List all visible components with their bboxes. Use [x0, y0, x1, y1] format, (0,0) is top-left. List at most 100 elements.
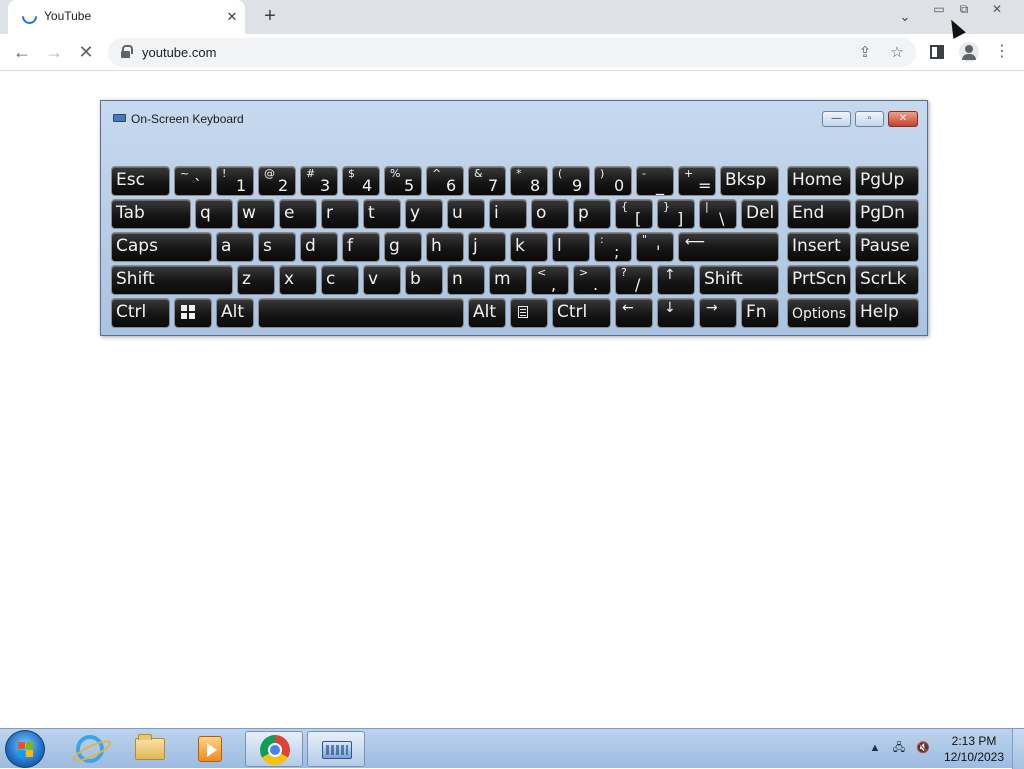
key-windows[interactable]	[174, 298, 212, 328]
key-n[interactable]: n	[447, 265, 485, 295]
key-underscore[interactable]: - _	[636, 166, 674, 196]
key-r[interactable]: r	[321, 199, 359, 229]
osk-maximize-button[interactable]: ▫	[855, 111, 884, 127]
key-j[interactable]: j	[468, 232, 506, 262]
tab-youtube[interactable]: YouTube ✕	[8, 0, 245, 34]
key-i[interactable]: i	[489, 199, 527, 229]
key-prtscn[interactable]: PrtScn	[787, 265, 851, 295]
taskbar-on-screen-keyboard[interactable]	[307, 731, 365, 767]
key-tab[interactable]: Tab	[111, 199, 191, 229]
key-left-arrow[interactable]: ←	[615, 298, 653, 328]
back-arrow-icon[interactable]: ←	[11, 41, 33, 63]
address-bar[interactable]: youtube.com ⇪ ☆	[108, 38, 916, 67]
forward-arrow-icon[interactable]: →	[43, 41, 65, 63]
taskbar-chrome[interactable]	[245, 731, 303, 767]
osk-close-button[interactable]: ✕	[888, 111, 918, 127]
key-period[interactable]: >.	[573, 265, 611, 295]
key-g[interactable]: g	[384, 232, 422, 262]
key-backtick[interactable]: ~ `	[174, 166, 212, 196]
key-t[interactable]: t	[363, 199, 401, 229]
browser-menu-icon[interactable]: ⋮	[992, 42, 1012, 62]
key-z[interactable]: z	[237, 265, 275, 295]
key-a[interactable]: a	[216, 232, 254, 262]
stop-loading-icon[interactable]: ✕	[75, 41, 97, 63]
key-end[interactable]: End	[787, 199, 851, 229]
key-1[interactable]: ! 1	[216, 166, 254, 196]
tab-search-chevron-icon[interactable]: ⌄	[896, 8, 914, 26]
osk-minimize-button[interactable]: —	[822, 111, 851, 127]
key-f[interactable]: f	[342, 232, 380, 262]
key-e[interactable]: e	[279, 199, 317, 229]
key-space[interactable]	[258, 298, 464, 328]
key-help[interactable]: Help	[855, 298, 919, 328]
key-rbracket[interactable]: }]	[657, 199, 695, 229]
key-l[interactable]: l	[552, 232, 590, 262]
window-restore-button[interactable]: ⧉	[953, 0, 975, 18]
key-d[interactable]: d	[300, 232, 338, 262]
key-6[interactable]: ^ 6	[426, 166, 464, 196]
volume-muted-icon[interactable]: 🔇	[914, 739, 932, 757]
key-v[interactable]: v	[363, 265, 401, 295]
address-bar-url[interactable]: youtube.com	[142, 45, 216, 60]
key-down-arrow[interactable]: ↓	[657, 298, 695, 328]
key-lbracket[interactable]: {[	[615, 199, 653, 229]
key-equals[interactable]: + =	[678, 166, 716, 196]
window-minimize-button[interactable]: ▭	[928, 0, 950, 18]
key-p[interactable]: p	[573, 199, 611, 229]
key-enter[interactable]: ⟵	[678, 232, 779, 262]
key-9[interactable]: (9	[552, 166, 590, 196]
network-icon[interactable]: 🖧	[890, 739, 908, 757]
key-y[interactable]: y	[405, 199, 443, 229]
key-pause[interactable]: Pause	[855, 232, 919, 262]
show-desktop-button[interactable]	[1012, 729, 1024, 769]
key-quote[interactable]: " '	[636, 232, 674, 262]
key-pgup[interactable]: PgUp	[855, 166, 919, 196]
key-menu[interactable]	[510, 298, 548, 328]
key-c[interactable]: c	[321, 265, 359, 295]
taskbar-file-explorer[interactable]	[121, 731, 179, 767]
taskbar-clock[interactable]: 2:13 PM 12/10/2023	[940, 733, 1008, 765]
key-scrlk[interactable]: ScrLk	[855, 265, 919, 295]
taskbar-internet-explorer[interactable]	[61, 731, 119, 767]
key-o[interactable]: o	[531, 199, 569, 229]
tray-expand-icon[interactable]: ▲	[866, 739, 884, 757]
key-ctrl[interactable]: Ctrl	[111, 298, 170, 328]
key-semicolon[interactable]: :;	[594, 232, 632, 262]
key-u[interactable]: u	[447, 199, 485, 229]
taskbar-media-player[interactable]	[181, 731, 239, 767]
key-caps[interactable]: Caps	[111, 232, 212, 262]
key-h[interactable]: h	[426, 232, 464, 262]
profile-avatar-icon[interactable]	[959, 42, 979, 62]
key-8[interactable]: * 8	[510, 166, 548, 196]
key-0[interactable]: ) 0	[594, 166, 632, 196]
key-shift[interactable]: Shift	[111, 265, 233, 295]
key-shift[interactable]: Shift	[699, 265, 779, 295]
key-x[interactable]: x	[279, 265, 317, 295]
key-alt[interactable]: Alt	[468, 298, 506, 328]
key-b[interactable]: b	[405, 265, 443, 295]
osk-titlebar[interactable]: On-Screen Keyboard — ▫ ✕	[101, 101, 927, 131]
key-insert[interactable]: Insert	[787, 232, 851, 262]
key-3[interactable]: #3	[300, 166, 338, 196]
key-up-arrow[interactable]: ↑	[657, 265, 695, 295]
key-m[interactable]: m	[489, 265, 527, 295]
key-k[interactable]: k	[510, 232, 548, 262]
key-right-arrow[interactable]: →	[699, 298, 737, 328]
key-4[interactable]: $4	[342, 166, 380, 196]
lock-icon[interactable]	[121, 45, 133, 58]
key-w[interactable]: w	[237, 199, 275, 229]
key-pgdn[interactable]: PgDn	[855, 199, 919, 229]
key-fn[interactable]: Fn	[741, 298, 779, 328]
key-2[interactable]: @2	[258, 166, 296, 196]
key-5[interactable]: % 5	[384, 166, 422, 196]
key-q[interactable]: q	[195, 199, 233, 229]
key-del[interactable]: Del	[741, 199, 779, 229]
key-alt[interactable]: Alt	[216, 298, 254, 328]
window-close-button[interactable]: ✕	[986, 0, 1008, 18]
key-backslash[interactable]: | \	[699, 199, 737, 229]
key-comma[interactable]: <,	[531, 265, 569, 295]
key-esc[interactable]: Esc	[111, 166, 170, 196]
key-home[interactable]: Home	[787, 166, 851, 196]
bookmark-star-icon[interactable]: ☆	[887, 43, 907, 63]
key-ctrl[interactable]: Ctrl	[552, 298, 611, 328]
